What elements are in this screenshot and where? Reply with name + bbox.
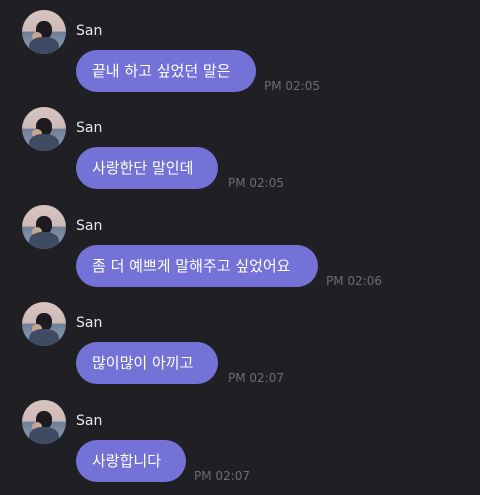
sender-name: San: [76, 315, 103, 331]
message-bubble[interactable]: 많이많이 아끼고: [76, 342, 218, 384]
message-bubble[interactable]: 끝내 하고 싶었던 말은: [76, 50, 256, 92]
message-bubble[interactable]: 좀 더 예쁘게 말해주고 싶었어요: [76, 245, 318, 287]
message-time: PM 02:07: [194, 469, 250, 483]
avatar[interactable]: [22, 10, 66, 54]
message-time: PM 02:05: [264, 79, 320, 93]
avatar[interactable]: [22, 302, 66, 346]
sender-name: San: [76, 23, 103, 39]
message-bubble[interactable]: 사랑합니다: [76, 440, 186, 482]
sender-name: San: [76, 120, 103, 136]
message-time: PM 02:07: [228, 371, 284, 385]
avatar[interactable]: [22, 205, 66, 249]
message-bubble[interactable]: 사랑한단 말인데: [76, 147, 218, 189]
avatar[interactable]: [22, 107, 66, 151]
message-time: PM 02:06: [326, 274, 382, 288]
avatar[interactable]: [22, 400, 66, 444]
message-time: PM 02:05: [228, 176, 284, 190]
sender-name: San: [76, 218, 103, 234]
sender-name: San: [76, 413, 103, 429]
